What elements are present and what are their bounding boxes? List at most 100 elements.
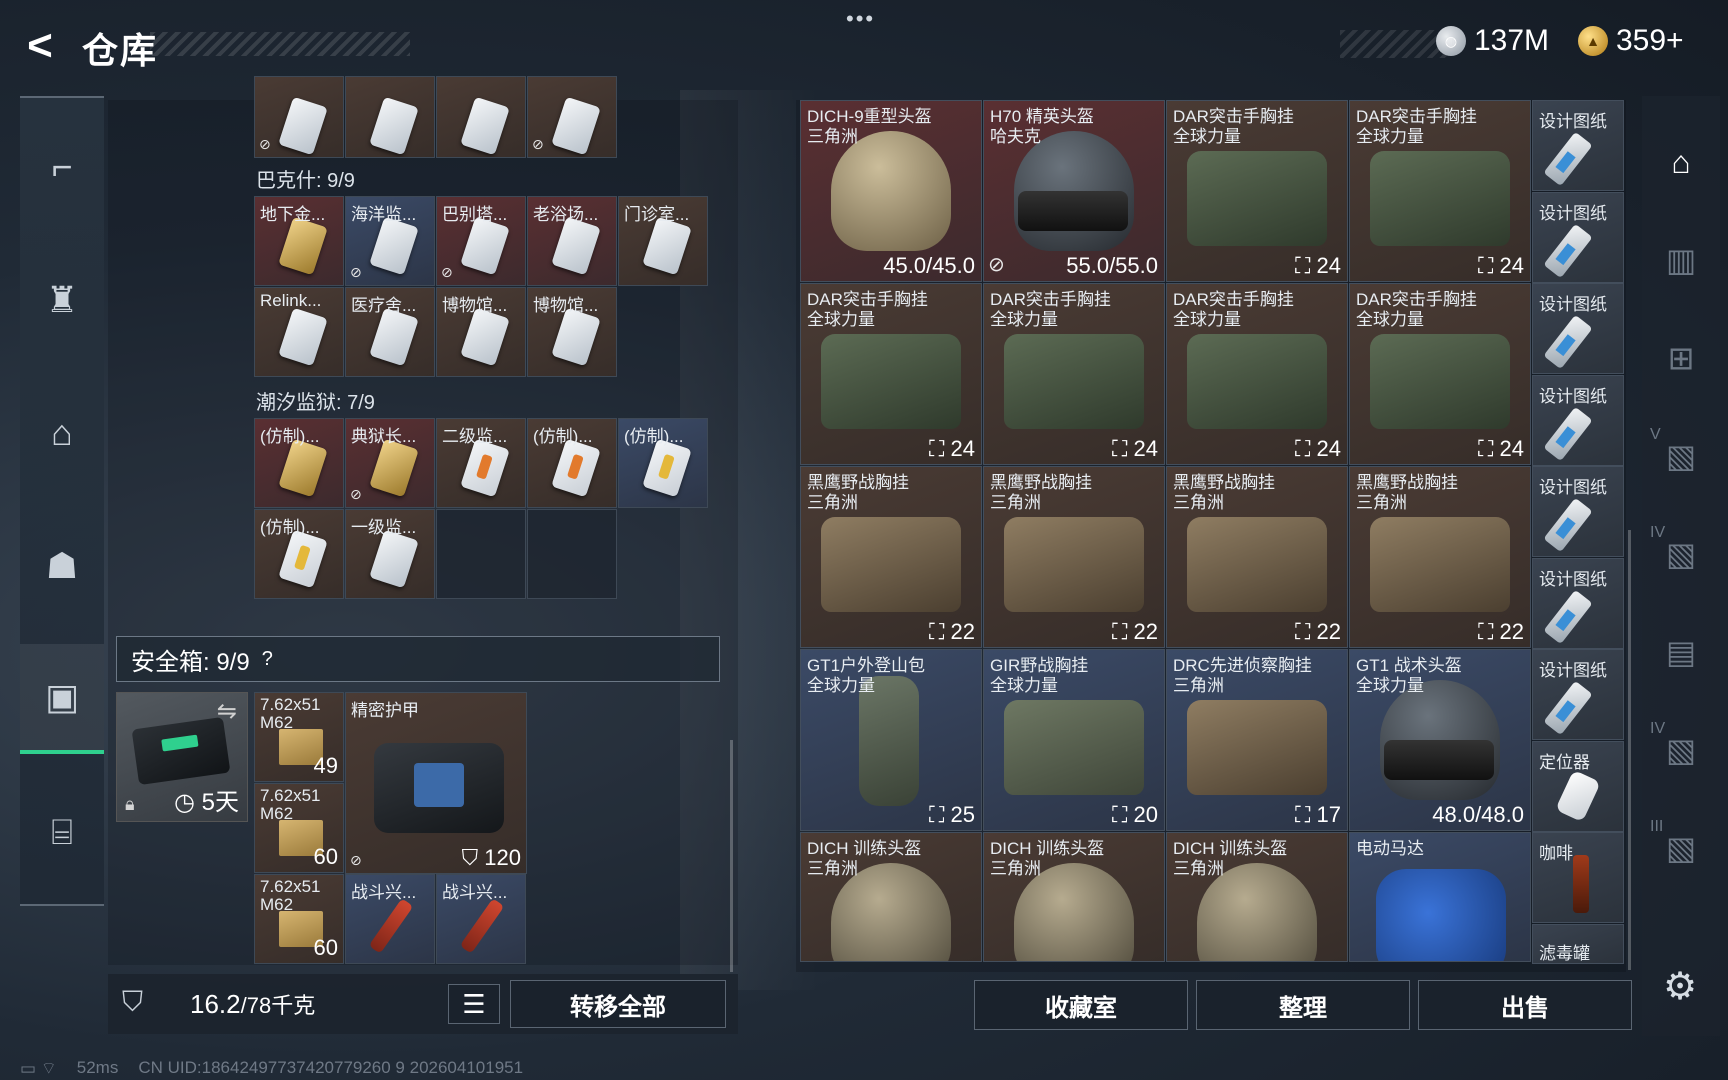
nav-briefcase[interactable]: ⌸ [20,777,104,887]
warehouse-small-item[interactable]: 设计图纸 [1532,466,1624,557]
inventory-slot[interactable]: 博物馆... [527,287,617,377]
warehouse-small-item[interactable]: 设计图纸 [1532,374,1624,466]
inventory-slot[interactable]: 医疗舍... [345,287,435,377]
storage-level-iii[interactable]: ▧ III [1642,808,1720,888]
warehouse-item[interactable]: DAR突击手胸挂 全球力量 ⛶ 24 [983,283,1165,465]
storage-level-v[interactable]: ▧ V [1642,416,1720,496]
inventory-slot[interactable]: (仿制)... [254,418,344,508]
warehouse-item[interactable]: GIR野战胸挂 全球力量 ⛶ 20 [983,649,1165,831]
inventory-slot[interactable] [436,76,526,158]
blueprint-icon [1543,131,1593,187]
item-name: 医疗舍... [351,296,417,315]
inventory-slot[interactable]: 博物馆... [436,287,526,377]
capacity-icon: ⛶ [929,436,951,461]
weight-lock-icon[interactable]: ⛉ [122,986,143,1019]
item-name: DICH 训练头盔 三角洲 [990,839,1105,878]
gold-amount: 359+ [1616,24,1684,57]
warehouse-small-item[interactable]: 设计图纸 [1532,191,1624,283]
stim-slot[interactable]: 战斗兴... [436,874,526,964]
storage-level-iv-2[interactable]: ▧ IV [1642,710,1720,790]
warehouse-item[interactable]: DAR突击手胸挂 全球力量 ⛶ 24 [1166,283,1348,465]
warehouse-item[interactable]: DAR突击手胸挂 全球力量 ⛶ 24 [1349,283,1531,465]
item-name: DAR突击手胸挂 全球力量 [807,290,928,329]
warehouse-item[interactable]: 黑鹰野战胸挂 三角洲 ⛶ 22 [983,466,1165,648]
inventory-slot[interactable]: 老浴场... [527,196,617,286]
warehouse-item[interactable]: DAR突击手胸挂 全球力量 ⛶ 24 [1349,100,1531,282]
inventory-slot[interactable]: 海洋监... ⊘ [345,196,435,286]
warehouse-small-item[interactable]: 设计图纸 [1532,100,1624,191]
warehouse-item[interactable]: DICH 训练头盔 三角洲 [983,832,1165,962]
organize-button[interactable]: 整理 [1196,980,1410,1030]
item-name: DAR突击手胸挂 全球力量 [1356,290,1477,329]
ammo-slot[interactable]: 7.62x51 M62 49 [254,692,344,782]
warehouse-item[interactable]: 黑鹰野战胸挂 三角洲 ⛶ 22 [1349,466,1531,648]
stim-slot[interactable]: 战斗兴... [345,874,435,964]
list-view-button[interactable]: ☰ [448,984,500,1024]
warehouse-item[interactable]: DAR突击手胸挂 全球力量 ⛶ 24 [800,283,982,465]
warehouse-small-item[interactable]: 设计图纸 [1532,557,1624,649]
warehouse-small-item[interactable]: 定位器 [1532,740,1624,832]
storage-warehouse[interactable]: ⌂ [1642,122,1720,202]
keycard-icon [460,307,510,367]
currency-gold[interactable]: ▲ 359+ [1578,24,1684,58]
warehouse-item[interactable]: DRC先进侦察胸挂 三角洲 ⛶ 17 [1166,649,1348,831]
inventory-slot[interactable]: 一级监... [345,509,435,599]
ammo-slot[interactable]: 7.62x51 M62 60 [254,874,344,964]
inventory-slot[interactable]: 地下金... [254,196,344,286]
nav-backpack[interactable]: ⌂ [20,378,104,488]
inventory-slot[interactable]: 门诊室... [618,196,708,286]
warehouse-item[interactable]: DICH 训练头盔 三角洲 [800,832,982,962]
gear-icon[interactable]: ⚙ [1648,962,1712,1010]
right-scrollbar[interactable] [1628,530,1631,970]
item-name: 黑鹰野战胸挂 三角洲 [1173,473,1275,512]
more-menu-icon[interactable]: ••• [846,6,875,32]
blueprint-icon [1543,406,1593,461]
warehouse-item[interactable]: 电动马达 [1349,832,1531,962]
storage-add-rack[interactable]: ⊞ [1642,318,1720,398]
warehouse-small-item[interactable]: 设计图纸 [1532,649,1624,740]
ping: 52ms [76,1058,119,1077]
inventory-slot[interactable]: ⊘ [254,76,344,158]
nav-safe-box[interactable]: ▣ [20,644,104,754]
transfer-all-button[interactable]: 转移全部 [510,980,726,1028]
warehouse-small-item[interactable]: 设计图纸 [1532,283,1624,374]
warehouse-item[interactable]: GT1户外登山包 全球力量 ⛶ 25 [800,649,982,831]
help-icon[interactable]: ? [262,648,273,671]
armor-slot[interactable]: 精密护甲 ⊘ ⛉ 120 [345,692,527,874]
left-scrollbar[interactable] [730,740,733,972]
sell-button[interactable]: 出售 [1418,980,1632,1030]
collection-room-button[interactable]: 收藏室 [974,980,1188,1030]
keycard-icon [278,529,328,589]
nav-bag[interactable]: ☗ [20,511,104,621]
swap-icon[interactable]: ⇋ [217,697,237,726]
warehouse-small-item[interactable]: 滤毒罐 [1532,923,1624,964]
storage-rack[interactable]: ▥ [1642,220,1720,300]
storage-level-iv[interactable]: ▧ IV [1642,514,1720,594]
inventory-slot[interactable]: ⊘ [527,76,617,158]
inventory-slot[interactable]: (仿制)... [527,418,617,508]
inventory-slot[interactable]: 典狱长... ⊘ [345,418,435,508]
inventory-slot[interactable]: (仿制)... [254,509,344,599]
safe-box[interactable]: ⇋ 🔒︎ ◷ 5天 [116,692,248,822]
ammo-slot[interactable]: 7.62x51 M62 60 [254,783,344,873]
keycard-icon [278,307,328,367]
nav-gun[interactable]: ⌐ [20,112,104,222]
storage-shelf[interactable]: ▤ [1642,612,1720,692]
warehouse-item[interactable]: DICH-9重型头盔 三角洲 45.0/45.0 [800,100,982,282]
back-icon[interactable]: < [20,21,60,70]
inventory-slot[interactable]: 巴别塔... ⊘ [436,196,526,286]
warehouse-item[interactable]: H70 精英头盔 哈夫克 ⊘ 55.0/55.0 [983,100,1165,282]
warehouse-item[interactable]: 黑鹰野战胸挂 三角洲 ⛶ 22 [1166,466,1348,648]
inventory-slot[interactable]: Relink... [254,287,344,377]
nav-armor[interactable]: ♜ [20,245,104,355]
inventory-slot[interactable] [345,76,435,158]
inventory-slot[interactable]: (仿制)... [618,418,708,508]
warehouse-small-item[interactable]: 咖啡 [1532,832,1624,923]
item-quantity: ⛶ 24 [1295,253,1341,278]
currency-silver[interactable]: ◍ 137M [1436,24,1549,58]
inventory-slot[interactable]: 二级监... [436,418,526,508]
warehouse-item[interactable]: DAR突击手胸挂 全球力量 ⛶ 24 [1166,100,1348,282]
warehouse-item[interactable]: GT1 战术头盔 全球力量 48.0/48.0 [1349,649,1531,831]
warehouse-item[interactable]: 黑鹰野战胸挂 三角洲 ⛶ 22 [800,466,982,648]
warehouse-item[interactable]: DICH 训练头盔 三角洲 [1166,832,1348,962]
